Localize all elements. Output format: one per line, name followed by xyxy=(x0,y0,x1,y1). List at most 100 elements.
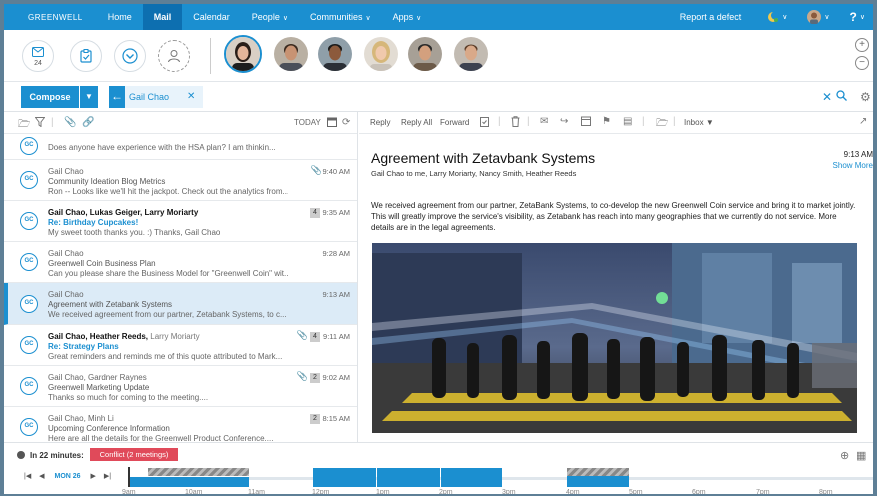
trash-icon[interactable] xyxy=(511,116,520,130)
tasks-button[interactable] xyxy=(70,40,102,72)
person-avatar-2[interactable] xyxy=(274,37,308,71)
calendar-event[interactable] xyxy=(441,468,502,487)
share-icon[interactable]: ↪ xyxy=(560,116,568,127)
tag-icon[interactable]: ⚑ xyxy=(602,116,611,127)
report-defect-link[interactable]: Report a defect xyxy=(680,12,742,22)
calendar-day-button[interactable]: 24 xyxy=(22,40,54,72)
status-menu[interactable]: ∨ xyxy=(767,11,787,23)
filter-icon[interactable] xyxy=(34,117,46,130)
move-folder-icon[interactable]: 🗁 xyxy=(656,116,668,133)
help-menu[interactable]: ? ∨ xyxy=(850,10,865,24)
reply-button[interactable]: Reply xyxy=(370,118,390,127)
calendar-event-tentative[interactable] xyxy=(567,468,629,476)
quick-actions-bar: 24 + − xyxy=(4,30,873,82)
first-day-icon[interactable]: |◀ xyxy=(24,473,31,480)
list-item[interactable]: GC Does anyone have experience with the … xyxy=(4,134,357,160)
list-item[interactable]: GC Gail Chao, Lukas Geiger, Larry Moriar… xyxy=(4,201,357,242)
list-item[interactable]: GC Gail Chao Greenwell Coin Business Pla… xyxy=(4,242,357,283)
task-icon[interactable] xyxy=(480,116,489,130)
person-avatar-4[interactable] xyxy=(364,37,398,71)
calendar-day-badge: 24 xyxy=(34,60,42,67)
grid-view-icon[interactable]: ▦ xyxy=(856,449,866,462)
message-recipients: Gail Chao to me, Larry Moriarty, Nancy S… xyxy=(371,169,577,178)
brand-logo[interactable]: GREENWELL xyxy=(4,13,97,22)
calendar-event-tentative[interactable] xyxy=(148,468,249,476)
profile-menu[interactable]: ∨ xyxy=(807,10,830,24)
calendar-event[interactable] xyxy=(377,468,440,487)
message-preview: Here are all the details for the Greenwe… xyxy=(48,434,274,442)
person-avatar-5[interactable] xyxy=(408,37,442,71)
hour-label: 12pm xyxy=(312,489,330,494)
hour-label: 5pm xyxy=(629,489,643,494)
list-item[interactable]: GC Gail Chao, Gardner Raynes Greenwell M… xyxy=(4,366,357,407)
nav-right: Report a defect ∨ ∨ ? ∨ xyxy=(680,4,873,30)
nav-people[interactable]: People ∨ xyxy=(241,4,299,30)
settings-gear-icon[interactable]: ⚙ xyxy=(860,86,871,108)
expand-button[interactable] xyxy=(114,40,146,72)
chevron-down-icon: ∨ xyxy=(859,14,865,21)
clear-search-icon[interactable]: ✕ xyxy=(822,86,832,108)
mark-read-icon[interactable]: ✉ xyxy=(540,116,548,127)
person-photo-icon xyxy=(318,37,352,71)
message-preview: My sweet tooth thanks you. :) Thanks, Ga… xyxy=(48,228,221,237)
compose-dropdown-button[interactable]: ▼ xyxy=(80,86,98,108)
message-time: 8:15 AM xyxy=(322,414,350,423)
add-person-button[interactable] xyxy=(158,40,190,72)
person-icon xyxy=(168,50,180,63)
avatar-initials: GC xyxy=(20,336,38,354)
nav-apps[interactable]: Apps ∨ xyxy=(382,4,433,30)
calendar-event[interactable] xyxy=(128,477,249,487)
zoom-in-icon[interactable]: + xyxy=(855,38,869,52)
prev-day-icon[interactable]: ◀ xyxy=(39,473,44,480)
person-avatar-6[interactable] xyxy=(454,37,488,71)
reading-pane: Reply Reply All Forward | | ✉ ↪ ⚑ ▤ | 🗁 … xyxy=(359,112,873,442)
remove-filter-icon[interactable]: ✕ xyxy=(187,86,195,108)
next-day-icon[interactable]: ▶ xyxy=(91,473,96,480)
pop-out-icon[interactable]: ↗ xyxy=(859,116,867,127)
calendar-glyph xyxy=(327,117,337,127)
zoom-out-icon[interactable]: − xyxy=(855,56,869,70)
person-avatar-3[interactable] xyxy=(318,37,352,71)
reply-all-button[interactable]: Reply All xyxy=(401,118,432,127)
message-subject: Re: Strategy Plans xyxy=(48,342,119,351)
search-icon[interactable] xyxy=(836,86,847,108)
refresh-icon[interactable]: ⟳ xyxy=(342,117,350,128)
show-more-link[interactable]: Show More xyxy=(833,161,873,170)
forward-button[interactable]: Forward xyxy=(440,118,469,127)
last-day-icon[interactable]: ▶| xyxy=(104,473,111,480)
nav-communities[interactable]: Communities ∨ xyxy=(299,4,382,30)
nav-calendar[interactable]: Calendar xyxy=(182,4,241,30)
list-item[interactable]: GC Gail Chao, Heather Reeds, Larry Moria… xyxy=(4,325,357,366)
list-item-selected[interactable]: GC Gail Chao Agreement with Zetabank Sys… xyxy=(4,283,357,325)
hour-label: 4pm xyxy=(566,489,580,494)
person-photo-icon xyxy=(364,37,398,71)
calendar-event[interactable] xyxy=(313,468,376,487)
add-event-icon[interactable]: ⊕ xyxy=(840,449,849,462)
toolbar-divider: | xyxy=(498,116,501,127)
calendar-glyph xyxy=(581,116,591,126)
inbox-folder-dropdown[interactable]: Inbox ▼ xyxy=(684,118,714,127)
conflict-badge[interactable]: Conflict (2 meetings) xyxy=(90,448,178,461)
toolbar-divider: | xyxy=(51,117,54,128)
print-icon[interactable]: ▤ xyxy=(623,116,632,127)
link-icon[interactable]: 🔗 xyxy=(82,117,94,128)
compose-button[interactable]: Compose xyxy=(21,86,79,108)
list-item[interactable]: GC Gail Chao, Minh Li Upcoming Conferenc… xyxy=(4,407,357,442)
nav-mail[interactable]: Mail xyxy=(142,4,183,30)
message-subject-heading: Agreement with Zetavbank Systems xyxy=(371,150,596,166)
person-avatar-gail-chao[interactable] xyxy=(224,35,262,73)
thread-count-badge: 2 xyxy=(310,373,320,383)
current-day-label[interactable]: MON 26 xyxy=(55,473,81,480)
person-photo-icon xyxy=(226,37,260,71)
nav-home[interactable]: Home xyxy=(97,4,143,30)
folder-icon[interactable]: 🗁 xyxy=(18,117,30,134)
filter-back-button[interactable]: ← xyxy=(109,86,125,108)
chevron-down-icon: ∨ xyxy=(416,15,422,22)
paperclip-icon[interactable]: 📎 xyxy=(64,117,76,128)
hour-label: 7pm xyxy=(756,489,770,494)
message-time: 9:13 AM xyxy=(322,290,350,299)
add-to-calendar-icon[interactable] xyxy=(581,116,591,129)
list-item[interactable]: GC Gail Chao Community Ideation Blog Met… xyxy=(4,160,357,201)
calendar-view-icon[interactable] xyxy=(327,117,337,130)
calendar-event[interactable] xyxy=(567,476,629,487)
